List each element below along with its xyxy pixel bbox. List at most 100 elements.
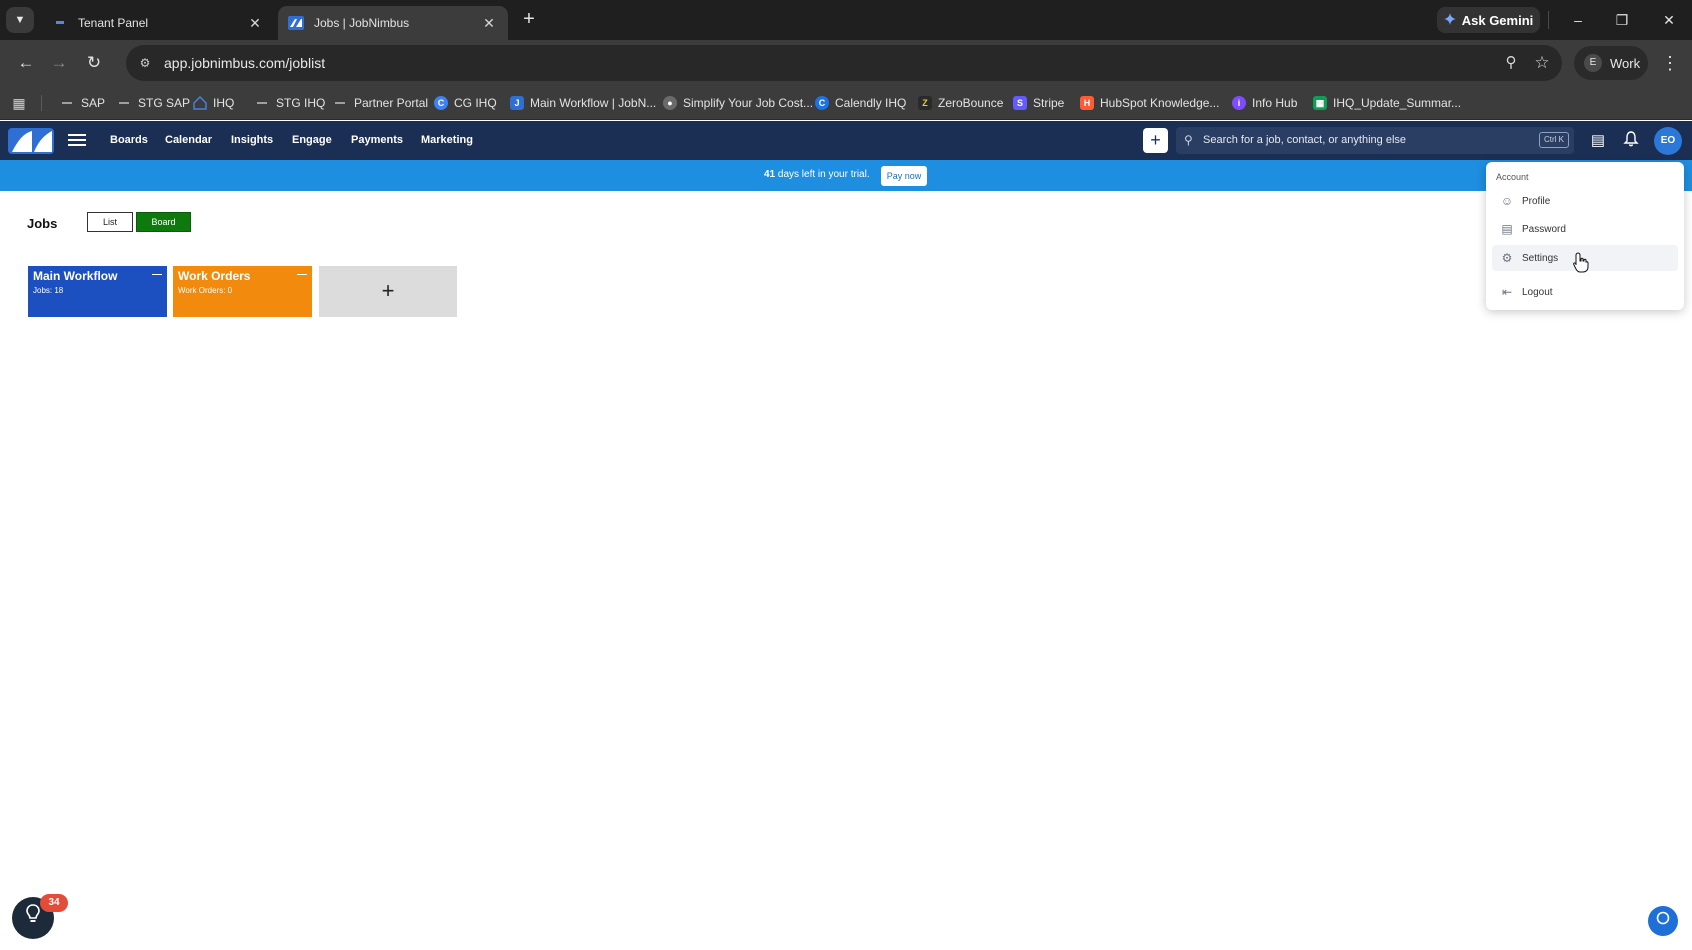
bookmark-stg-ihq[interactable]: STG IHQ [256, 94, 325, 112]
bookmark-star-icon[interactable]: ☆ [1531, 52, 1553, 74]
search-placeholder: Search for a job, contact, or anything e… [1203, 134, 1407, 146]
jobnimbus-logo[interactable] [8, 128, 54, 154]
bookmark-stripe[interactable]: S Stripe [1013, 94, 1064, 112]
bookmarks-bar: ▦ SAP STG SAP IHQ STG IHQ Partner Portal… [0, 86, 1692, 120]
quick-add-button[interactable]: + [1143, 128, 1168, 153]
chevron-down-icon: ▼ [14, 14, 26, 26]
ask-gemini-button[interactable]: Ask Gemini [1437, 7, 1540, 33]
bookmark-cg-ihq[interactable]: C CG IHQ [434, 94, 497, 112]
menu-item-profile[interactable]: ☺ Profile [1492, 188, 1678, 214]
zerobounce-icon: Z [918, 96, 932, 110]
close-window-icon[interactable]: ✕ [1657, 8, 1681, 32]
tab-search-button[interactable]: ▼ [6, 7, 34, 33]
apps-grid-icon[interactable]: ▦ [10, 94, 28, 112]
jobnimbus-icon: J [510, 96, 524, 110]
nav-insights[interactable]: Insights [231, 134, 273, 146]
bookmark-label: Main Workflow | JobN... [530, 96, 657, 110]
chat-support-button[interactable] [1648, 906, 1678, 936]
menu-item-label: Password [1522, 223, 1566, 235]
board-count: Jobs: 18 [33, 286, 64, 295]
global-search-input[interactable]: ⚲ Search for a job, contact, or anything… [1176, 127, 1574, 154]
url-text[interactable]: app.jobnimbus.com/joblist [164, 55, 325, 71]
bookmark-stg-sap[interactable]: STG SAP [118, 94, 190, 112]
menu-item-password[interactable]: ▤ Password [1492, 216, 1678, 242]
nav-boards[interactable]: Boards [110, 134, 148, 146]
bookmark-label: Calendly IHQ [835, 96, 907, 110]
bookmark-label: STG IHQ [276, 96, 326, 110]
gear-icon: ⚙ [1501, 251, 1513, 265]
nav-engage[interactable]: Engage [292, 134, 332, 146]
bookmark-ihq-update-summary[interactable]: ▦ IHQ_Update_Summar... [1313, 94, 1461, 112]
bookmark-info-hub[interactable]: i Info Hub [1232, 94, 1297, 112]
bookmark-calendly-ihq[interactable]: C Calendly IHQ [815, 94, 906, 112]
restore-icon[interactable]: ❐ [1610, 8, 1634, 32]
browser-profile-button[interactable]: E Work [1574, 46, 1648, 80]
dropdown-header: Account [1496, 172, 1529, 182]
bookmark-hubspot-knowledge[interactable]: H HubSpot Knowledge... [1080, 94, 1219, 112]
list-view-toggle[interactable]: List [87, 212, 133, 232]
more-options-icon[interactable]: — [297, 269, 307, 280]
stripe-icon: S [1013, 96, 1027, 110]
add-board-button[interactable]: + [319, 266, 457, 317]
page-title: Jobs [27, 216, 58, 231]
site-info-icon[interactable]: ⚙ [136, 54, 154, 72]
browser-menu-icon[interactable]: ⋮ [1660, 51, 1680, 75]
bookmark-main-workflow[interactable]: J Main Workflow | JobN... [510, 94, 656, 112]
tab-title: Tenant Panel [78, 16, 149, 30]
account-dropdown: Account ☺ Profile ▤ Password ⚙ Settings … [1486, 162, 1684, 310]
minimize-icon[interactable]: – [1566, 8, 1590, 32]
bookmark-label: Info Hub [1252, 96, 1298, 110]
board-card-main-workflow[interactable]: Main Workflow Jobs: 18 — [28, 266, 167, 317]
nav-payments[interactable]: Payments [351, 134, 403, 146]
bookmark-sap[interactable]: SAP [61, 94, 105, 112]
pay-now-button[interactable]: Pay now [881, 166, 927, 186]
bookmark-label: ZeroBounce [938, 96, 1004, 110]
hamburger-menu-icon[interactable] [68, 131, 86, 149]
menu-item-logout[interactable]: ⇤ Logout [1492, 279, 1678, 305]
back-arrow-icon[interactable]: ← [14, 51, 38, 75]
zoom-icon[interactable]: ⚲ [1500, 52, 1522, 74]
user-avatar-button[interactable]: EO [1654, 127, 1682, 155]
nav-marketing[interactable]: Marketing [421, 134, 473, 146]
nav-calendar[interactable]: Calendar [165, 134, 212, 146]
board-title: Work Orders [178, 269, 251, 283]
address-bar[interactable]: ⚙ app.jobnimbus.com/joblist ⚲ ☆ [126, 45, 1562, 81]
tab-jobs-jobnimbus[interactable]: Jobs | JobNimbus ✕ [278, 6, 508, 40]
logo-mark-icon [12, 131, 52, 152]
more-options-icon[interactable]: — [152, 269, 162, 280]
bookmark-zerobounce[interactable]: Z ZeroBounce [918, 94, 1003, 112]
menu-item-label: Logout [1522, 286, 1553, 298]
bookmark-simplify-job-cost[interactable]: ● Simplify Your Job Cost... [663, 94, 813, 112]
bookmark-label: HubSpot Knowledge... [1100, 96, 1220, 110]
bookmark-ihq[interactable]: IHQ [193, 94, 234, 112]
dash-icon [256, 96, 270, 110]
activity-feed-icon[interactable]: ▤ [1588, 131, 1608, 151]
tab-title: Jobs | JobNimbus [314, 16, 410, 30]
gemini-sparkle-icon [1443, 12, 1456, 28]
bookmarks-divider [41, 95, 42, 111]
trial-text: days left in your trial. [777, 169, 870, 180]
notification-bell-icon[interactable] [1621, 131, 1641, 151]
bookmark-label: Partner Portal [354, 96, 429, 110]
app-header: Boards Calendar Insights Engage Payments… [0, 121, 1692, 160]
tab-tenant-panel[interactable]: Tenant Panel ✕ [42, 6, 274, 40]
bookmark-label: Stripe [1033, 96, 1065, 110]
forward-arrow-icon[interactable]: → [47, 51, 71, 75]
new-tab-plus-icon[interactable]: + [518, 9, 540, 31]
board-view-toggle[interactable]: Board [136, 212, 191, 232]
bookmark-partner-portal[interactable]: Partner Portal [334, 94, 428, 112]
tenant-panel-favicon-icon [52, 15, 68, 31]
lightbulb-icon [26, 904, 40, 922]
close-icon[interactable]: ✕ [480, 15, 498, 32]
sheets-icon: ▦ [1313, 96, 1327, 110]
chat-bubble-icon [1656, 911, 1670, 925]
board-card-work-orders[interactable]: Work Orders Work Orders: 0 — [173, 266, 312, 317]
infohub-icon: i [1232, 96, 1246, 110]
close-icon[interactable]: ✕ [246, 15, 264, 32]
house-icon [193, 96, 207, 110]
profile-label: Work [1610, 55, 1641, 71]
ask-gemini-label: Ask Gemini [1461, 12, 1534, 28]
reload-icon[interactable]: ↻ [82, 51, 106, 75]
password-icon: ▤ [1501, 222, 1513, 236]
profile-icon: ☺ [1500, 194, 1514, 208]
